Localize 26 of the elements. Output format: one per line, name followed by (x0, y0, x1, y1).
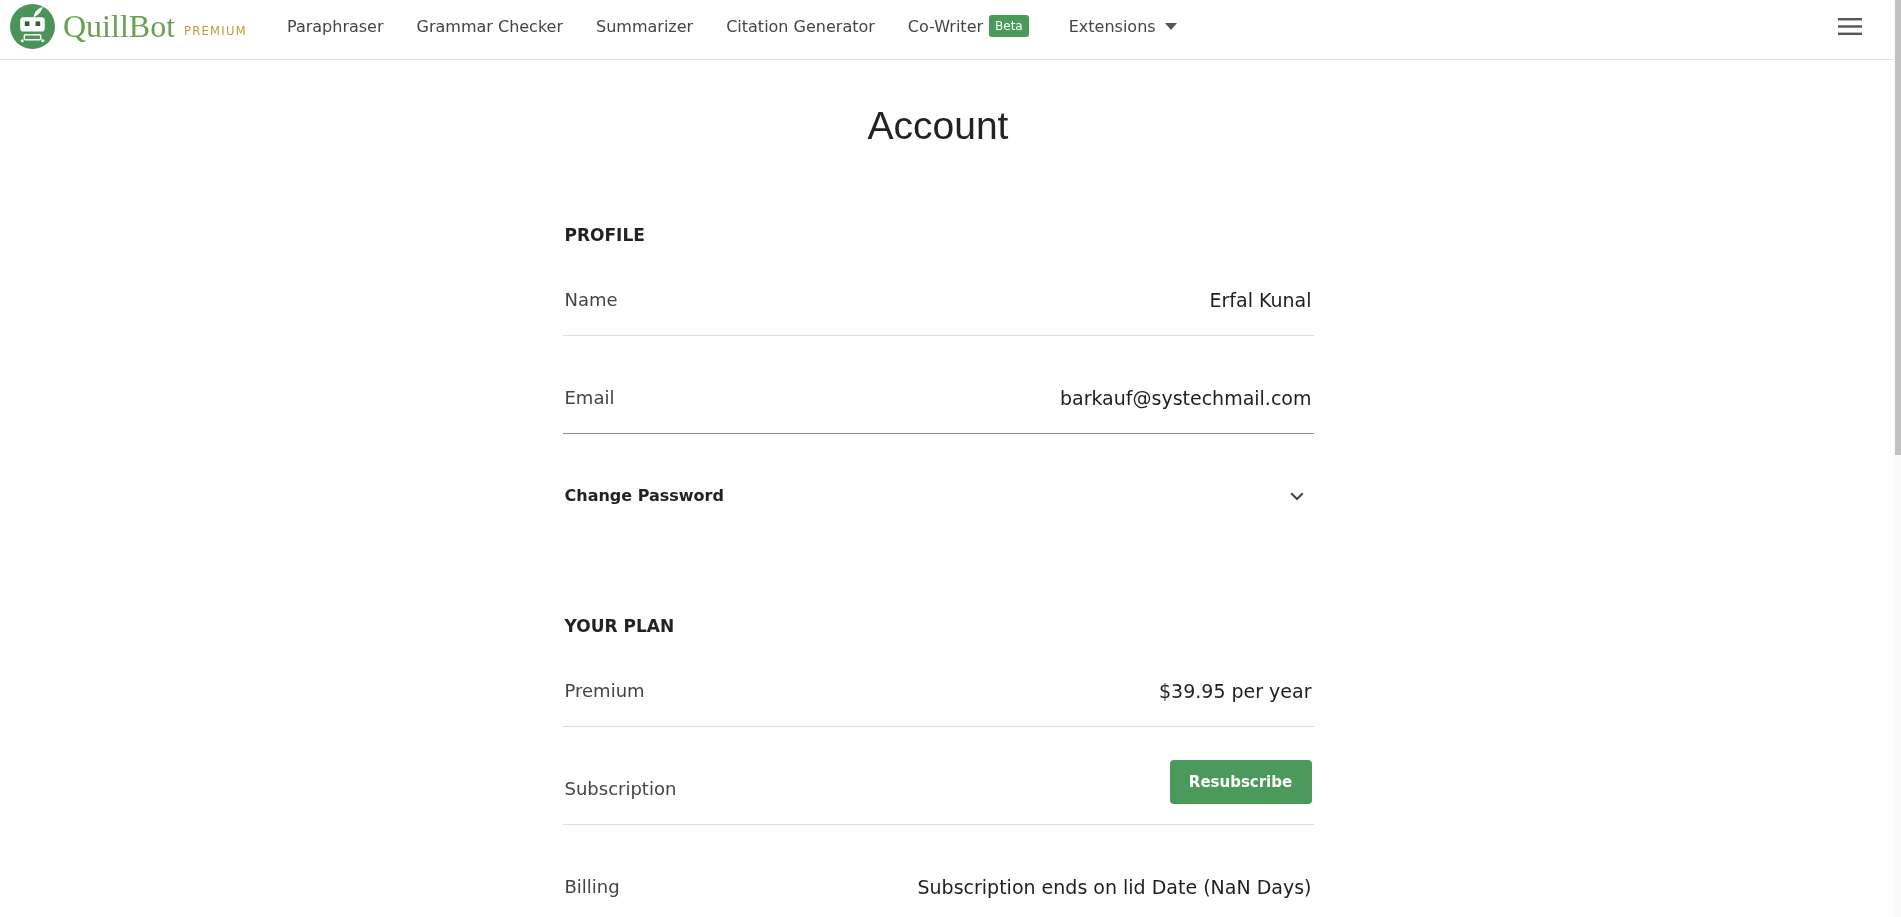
field-label: Email (564, 386, 615, 410)
field-value: Subscription ends on lid Date (NaN Days) (917, 875, 1312, 899)
section-heading: PROFILE (563, 224, 646, 246)
beta-badge: Beta (989, 15, 1029, 37)
field-value: Erfal Kunal (1209, 288, 1312, 312)
nav-link[interactable]: Co-Writer Beta (907, 15, 1029, 37)
menu-icon[interactable] (1838, 17, 1862, 35)
page-title: Account (866, 103, 1010, 149)
field-value: barkauf@systechmail.com (1059, 386, 1312, 410)
change-password-toggle[interactable]: Change Password (564, 484, 1312, 508)
nav-link[interactable]: Grammar Checker (416, 16, 564, 36)
nav-link[interactable]: Summarizer (596, 16, 694, 36)
field-label: Premium (564, 679, 645, 703)
nav-link[interactable]: Paraphraser (286, 16, 384, 36)
field-label: Subscription (564, 777, 677, 801)
robot-logo-icon[interactable] (10, 3, 55, 49)
caret-icon (1164, 22, 1177, 30)
section-heading: YOUR PLAN (563, 615, 676, 637)
brand-wordmark: QuillBot (63, 10, 175, 42)
nav-dropdown[interactable]: Extensions (1068, 16, 1177, 36)
field-value: $39.95 per year (1159, 679, 1312, 703)
nav-link[interactable]: Citation Generator (726, 16, 875, 36)
premium-label: PREMIUM (184, 24, 247, 38)
scrollbar-thumb[interactable] (1895, 0, 1901, 455)
field-label: Name (564, 288, 618, 312)
field-label: Billing (564, 875, 620, 899)
